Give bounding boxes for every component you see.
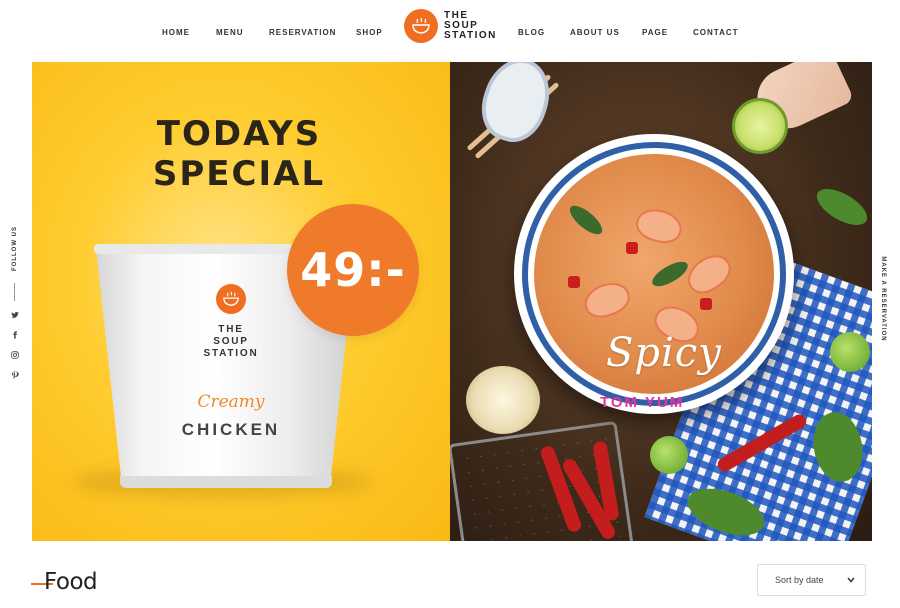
- logo-line-3: STATION: [444, 30, 497, 41]
- twitter-icon[interactable]: [10, 311, 20, 321]
- chevron-down-icon: [847, 575, 855, 585]
- garlic-bulb: [466, 366, 540, 434]
- nav-blog[interactable]: BLOG: [518, 28, 545, 37]
- follow-us-label: FOLLOW US: [5, 226, 25, 272]
- soup-bowl-icon: [404, 9, 438, 43]
- sort-selected-value: Sort by date: [775, 575, 824, 585]
- basil-leaf: [811, 181, 872, 233]
- todays-special-panel: TODAYS SPECIAL THE SOUP STATION Creamy C…: [32, 62, 450, 541]
- chili-slice: [626, 242, 638, 254]
- make-reservation-text: MAKE A RESERVATION: [880, 256, 886, 342]
- lime-half: [732, 98, 788, 154]
- tom-yum-label: TOM YUM: [600, 394, 685, 411]
- nav-about-us[interactable]: ABOUT US: [570, 28, 620, 37]
- nav-page[interactable]: PAGE: [642, 28, 668, 37]
- sort-select[interactable]: Sort by date: [757, 564, 866, 596]
- price-badge: 49:-: [287, 204, 419, 336]
- sidebar-divider: [14, 283, 15, 301]
- section-title: Food: [44, 569, 98, 595]
- soup-bowl-icon: [216, 284, 246, 314]
- cup-brand-line-1: THE: [218, 324, 244, 335]
- cup-bottom: [120, 476, 332, 488]
- instagram-icon[interactable]: [10, 351, 20, 361]
- chili-slice: [700, 298, 712, 310]
- facebook-icon[interactable]: [10, 331, 20, 341]
- cup-brand-line-2: SOUP: [213, 336, 249, 347]
- nav-home[interactable]: HOME: [162, 28, 190, 37]
- tom-yum-photo: Spicy TOM YUM: [450, 62, 872, 541]
- todays-special-heading: TODAYS SPECIAL: [32, 114, 450, 194]
- chili-slice: [568, 276, 580, 288]
- cup-product-name: CHICKEN: [181, 420, 281, 439]
- spicy-script-text: Spicy: [606, 330, 722, 376]
- make-reservation-link[interactable]: MAKE A RESERVATION: [874, 256, 894, 348]
- pinterest-icon[interactable]: [10, 371, 20, 381]
- cup-brand: THE SOUP STATION: [156, 324, 306, 360]
- logo-wordmark: THE SOUP STATION: [444, 11, 497, 41]
- nav-reservation[interactable]: RESERVATION: [269, 28, 336, 37]
- site-logo[interactable]: THE SOUP STATION: [404, 9, 497, 43]
- lime: [650, 436, 688, 474]
- nav-contact[interactable]: CONTACT: [693, 28, 739, 37]
- heading-line-2: SPECIAL: [152, 154, 326, 194]
- heading-line-1: TODAYS: [156, 114, 322, 154]
- cup-flavor: Creamy: [197, 392, 265, 412]
- nav-shop[interactable]: SHOP: [356, 28, 383, 37]
- lime: [830, 332, 870, 372]
- follow-us-text: FOLLOW US: [12, 226, 18, 271]
- site-header: HOME MENU RESERVATION SHOP THE SOUP STAT…: [0, 0, 900, 62]
- cup-brand-line-3: STATION: [203, 348, 259, 359]
- nav-menu[interactable]: MENU: [216, 28, 244, 37]
